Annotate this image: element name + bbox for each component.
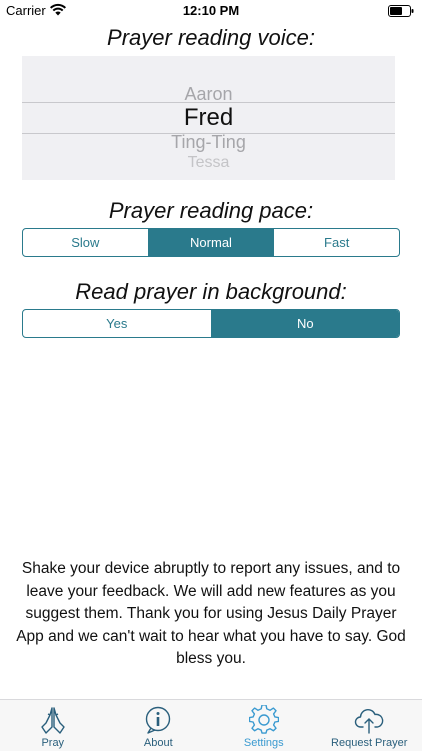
voice-option-ting-ting[interactable]: Ting-Ting (22, 133, 395, 151)
background-title: Read prayer in background: (0, 279, 422, 305)
tab-request-prayer[interactable]: Request Prayer (317, 700, 422, 751)
voice-title: Prayer reading voice: (0, 25, 422, 51)
feedback-note: Shake your device abruptly to report any… (14, 558, 408, 671)
praying-hands-icon (38, 705, 68, 735)
tab-settings-label: Settings (244, 737, 284, 749)
tab-pray[interactable]: Pray (0, 700, 106, 751)
tab-bar: Pray About Settings Request Prayer (0, 699, 422, 751)
voice-option-tessa[interactable]: Tessa (22, 155, 395, 171)
background-yes-segment[interactable]: Yes (23, 310, 211, 337)
background-segmented-control: Yes No (22, 309, 400, 338)
voice-option-fred[interactable]: Fred (22, 106, 395, 130)
tab-settings[interactable]: Settings (211, 700, 317, 751)
info-bubble-icon (143, 705, 173, 735)
tab-about[interactable]: About (106, 700, 212, 751)
status-bar: Carrier 12:10 PM (0, 0, 422, 22)
battery-icon (388, 5, 414, 17)
voice-picker[interactable]: Aaron Fred Ting-Ting Tessa (22, 56, 395, 180)
tab-about-label: About (144, 737, 173, 749)
tab-pray-label: Pray (41, 737, 64, 749)
pace-slow-segment[interactable]: Slow (23, 229, 148, 256)
pace-fast-segment[interactable]: Fast (273, 229, 399, 256)
pace-title: Prayer reading pace: (0, 198, 422, 224)
cloud-upload-icon (354, 705, 384, 735)
clock: 12:10 PM (0, 3, 422, 18)
voice-option-aaron[interactable]: Aaron (22, 85, 395, 103)
tab-request-prayer-label: Request Prayer (331, 737, 407, 749)
background-no-segment[interactable]: No (211, 310, 400, 337)
pace-normal-segment[interactable]: Normal (148, 229, 274, 256)
gear-icon (249, 705, 279, 735)
pace-segmented-control: Slow Normal Fast (22, 228, 400, 257)
